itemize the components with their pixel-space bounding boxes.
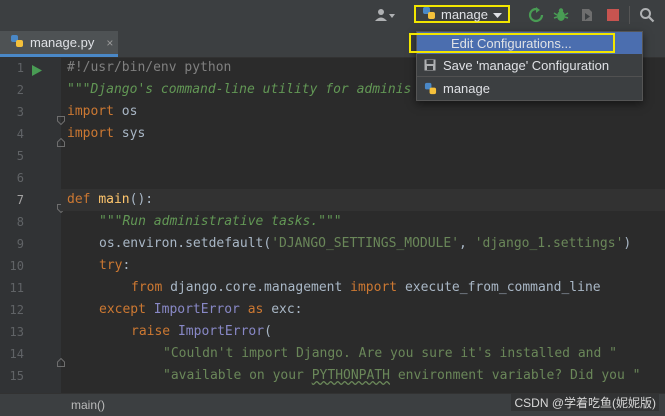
- python-icon: [422, 6, 436, 23]
- string-literal: "Couldn't import Django. Are you sure it…: [163, 346, 617, 361]
- code-line-15: "available on your PYTHONPATH environmen…: [61, 365, 665, 387]
- code-text: ():: [129, 192, 154, 207]
- string-literal: 'DJANGO_SETTINGS_MODULE': [271, 236, 460, 251]
- line-number: 14: [9, 347, 24, 361]
- debug-icon[interactable]: [551, 4, 571, 26]
- keyword: as: [239, 302, 264, 317]
- watermark: CSDN @学着吃鱼(妮妮版): [511, 394, 659, 411]
- code-text: django.core.management: [162, 280, 351, 295]
- line-number-current: 7: [16, 193, 24, 207]
- line-number: 1: [16, 61, 24, 75]
- builtin-name: ImportError: [170, 324, 265, 339]
- function-docstring: """Run administrative tasks.""": [99, 214, 342, 229]
- code-text: os.environ.setdefault(: [99, 236, 272, 251]
- module-docstring: """Django's command-line utility for adm…: [67, 82, 412, 97]
- edit-configurations-item[interactable]: Edit Configurations...: [417, 32, 642, 54]
- line-number: 5: [16, 149, 24, 163]
- code-line-9: os.environ.setdefault('DJANGO_SETTINGS_M…: [61, 233, 665, 255]
- run-config-dropdown: Edit Configurations... Save 'manage' Con…: [416, 31, 643, 101]
- builtin-name: ImportError: [145, 302, 240, 317]
- code-line-7: def main():: [61, 189, 665, 211]
- code-text: os: [113, 104, 138, 119]
- line-number: 9: [16, 237, 24, 251]
- string-literal: "available on your: [163, 368, 312, 383]
- save-icon: [417, 59, 443, 71]
- line-number: 10: [9, 259, 24, 273]
- code-text: execute_from_command_line: [397, 280, 601, 295]
- code-text: sys: [113, 126, 146, 141]
- menu-item-label: manage: [443, 80, 490, 96]
- keyword: import: [67, 126, 114, 141]
- user-icon[interactable]: [370, 4, 400, 26]
- shebang-comment: #!/usr/bin/env python: [67, 60, 232, 75]
- line-number: 13: [9, 325, 24, 339]
- code-line-13: raise ImportError(: [61, 321, 665, 343]
- code-line-4: import sys: [61, 123, 665, 145]
- code-line-14: "Couldn't import Django. Are you sure it…: [61, 343, 665, 365]
- code-text: (: [264, 324, 272, 339]
- line-number: 6: [16, 171, 24, 185]
- code-line-10: try:: [61, 255, 665, 277]
- code-text: ,: [459, 236, 475, 251]
- menu-item-label: Edit Configurations...: [451, 35, 572, 51]
- line-number: 4: [16, 127, 24, 141]
- manage-config-item[interactable]: manage: [417, 77, 642, 99]
- save-configuration-item[interactable]: Save 'manage' Configuration: [417, 54, 642, 76]
- toolbar-divider: [629, 6, 630, 24]
- string-literal: environment variable? Did you ": [390, 368, 641, 383]
- code-text: ): [623, 236, 632, 251]
- line-number: 2: [16, 83, 24, 97]
- string-literal: 'django_1.settings': [474, 236, 624, 251]
- line-number: 8: [16, 215, 24, 229]
- code-editor[interactable]: #!/usr/bin/env python """Django's comman…: [61, 57, 665, 393]
- keyword: import: [350, 280, 398, 295]
- close-tab-icon[interactable]: ×: [106, 36, 113, 50]
- spellcheck-word: PYTHONPATH: [311, 368, 390, 383]
- coverage-icon[interactable]: [577, 4, 597, 26]
- main-toolbar: manage: [0, 0, 665, 32]
- run-gutter-icon[interactable]: [32, 63, 42, 81]
- python-file-icon: [10, 34, 24, 51]
- rerun-icon[interactable]: [526, 4, 546, 26]
- breadcrumb[interactable]: main(): [71, 398, 105, 412]
- python-icon: [417, 82, 443, 95]
- keyword: def: [67, 192, 91, 207]
- code-line-3: import os: [61, 101, 665, 123]
- menu-item-label: Save 'manage' Configuration: [443, 57, 610, 73]
- code-text: :: [122, 258, 131, 273]
- chevron-down-icon: [492, 7, 502, 22]
- editor-gutter: 1 2 3 4 5 6 7 8 9 10 11 12 13 14 15: [0, 57, 65, 393]
- keyword: raise: [131, 324, 171, 339]
- status-bar: main() CSDN @学着吃鱼(妮妮版): [0, 393, 665, 416]
- run-config-label: manage: [441, 6, 488, 22]
- tab-label: manage.py: [30, 35, 95, 50]
- stop-icon[interactable]: [603, 4, 623, 26]
- tab-manage-py[interactable]: manage.py ×: [0, 31, 118, 57]
- keyword: from: [131, 280, 163, 295]
- code-text: exc:: [263, 302, 303, 317]
- code-line-12: except ImportError as exc:: [61, 299, 665, 321]
- line-number: 15: [9, 369, 24, 383]
- line-number: 12: [9, 303, 24, 317]
- code-line-8: """Run administrative tasks.""": [61, 211, 665, 233]
- line-number: 11: [9, 281, 24, 295]
- code-line-11: from django.core.management import execu…: [61, 277, 665, 299]
- function-name: main: [98, 192, 130, 207]
- run-configuration-selector[interactable]: manage: [414, 5, 510, 23]
- keyword: import: [67, 104, 114, 119]
- keyword: try: [99, 258, 123, 273]
- search-icon[interactable]: [636, 4, 658, 26]
- keyword: except: [99, 302, 146, 317]
- line-number: 3: [16, 105, 24, 119]
